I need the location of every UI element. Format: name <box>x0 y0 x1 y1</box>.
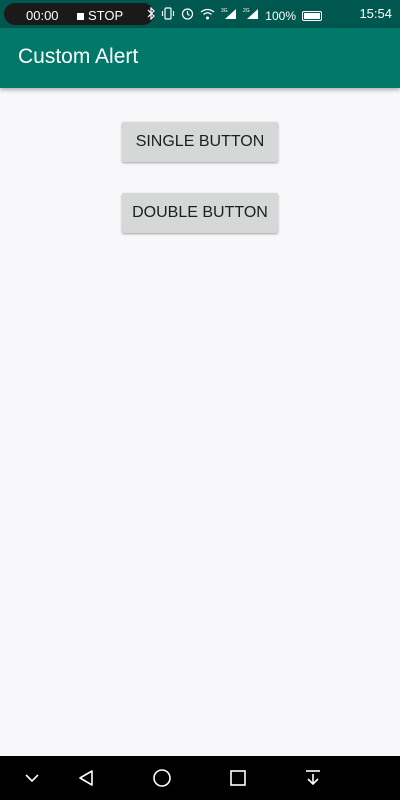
single-button[interactable]: SINGLE BUTTON <box>122 122 278 162</box>
back-icon[interactable] <box>72 764 100 792</box>
vibrate-icon <box>161 7 175 25</box>
wifi-icon <box>200 7 215 25</box>
svg-text:2G: 2G <box>243 8 250 14</box>
navigation-bar <box>0 756 400 800</box>
status-icons: 3G 2G 100% <box>147 6 322 25</box>
alarm-icon <box>181 7 194 25</box>
recorder-stop-button[interactable]: STOP <box>88 8 123 23</box>
app-bar: Custom Alert <box>0 28 400 88</box>
collapse-icon[interactable] <box>18 764 46 792</box>
recorder-time: 00:00 <box>26 8 59 23</box>
bluetooth-icon <box>147 6 156 25</box>
signal-2g-icon: 2G <box>243 7 259 25</box>
screen-recorder-pill[interactable]: 00:00 STOP <box>4 3 154 25</box>
battery-icon <box>302 11 322 21</box>
battery-percent: 100% <box>265 9 296 23</box>
recents-icon[interactable] <box>224 764 252 792</box>
stop-icon <box>77 13 84 20</box>
home-icon[interactable] <box>148 764 176 792</box>
notification-pull-icon[interactable] <box>299 764 327 792</box>
clock: 15:54 <box>359 6 392 21</box>
status-bar: 00:00 STOP 3G 2G 100% 15:54 <box>0 0 400 28</box>
app-title: Custom Alert <box>18 45 139 68</box>
svg-text:3G: 3G <box>221 8 228 14</box>
double-button[interactable]: DOUBLE BUTTON <box>122 193 278 233</box>
signal-3g-icon: 3G <box>221 7 237 25</box>
screen: 00:00 STOP 3G 2G 100% 15:54 Custom Alert… <box>0 0 400 800</box>
